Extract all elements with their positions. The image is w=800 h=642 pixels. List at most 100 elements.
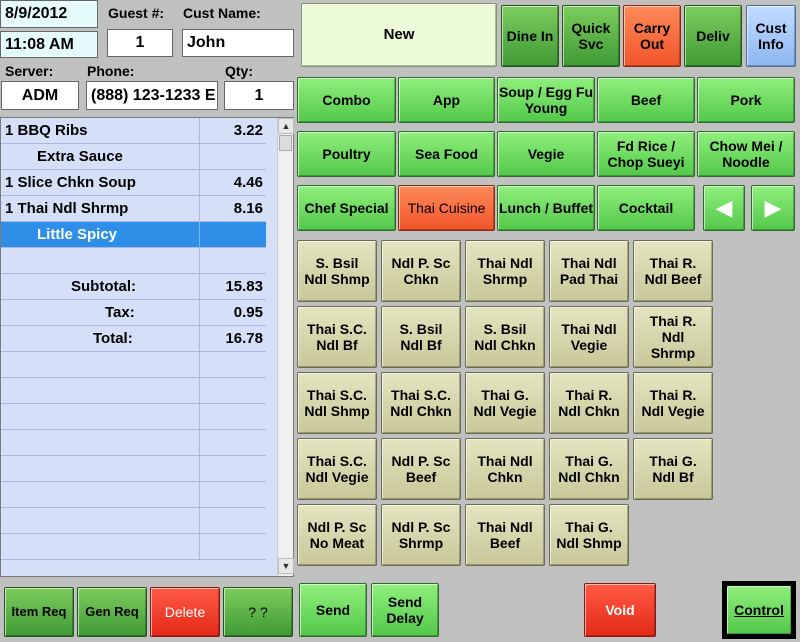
menu-item-label: Thai Ndl Beef (477, 519, 533, 551)
menu-item-label: Thai Ndl Vegie (561, 321, 617, 353)
order-list[interactable]: 1 BBQ Ribs 3.22 Extra Sauce 1 Slice Chkn… (0, 117, 294, 577)
category-lunch-buffet[interactable]: Lunch / Buffet (497, 185, 595, 231)
cust-info-button[interactable]: Cust Info (746, 5, 796, 67)
dine-in-button[interactable]: Dine In (501, 5, 559, 67)
time-value: 11:08 AM (5, 35, 74, 53)
category-label: Sea Food (414, 146, 478, 162)
cust-info-label: Cust Info (755, 20, 787, 52)
category-sea-food[interactable]: Sea Food (398, 131, 495, 177)
category-pork[interactable]: Pork (697, 77, 795, 123)
order-item-row[interactable]: 1 Slice Chkn Soup 4.46 (1, 170, 266, 196)
scroll-down-icon[interactable]: ▼ (278, 558, 294, 574)
menu-item-button[interactable]: Thai Ndl Vegie (549, 306, 629, 368)
menu-item-button[interactable]: Thai S.C. Ndl Chkn (381, 372, 461, 434)
scroll-thumb[interactable] (279, 135, 292, 151)
category-app[interactable]: App (398, 77, 495, 123)
order-item-row[interactable]: 1 Thai Ndl Shrmp 8.16 (1, 196, 266, 222)
menu-item-button[interactable]: S. Bsil Ndl Bf (381, 306, 461, 368)
item-req-button[interactable]: Item Req (4, 587, 74, 637)
category-thai-cuisine[interactable]: Thai Cuisine (398, 185, 495, 231)
carry-out-label: Carry Out (633, 20, 671, 52)
deliv-button[interactable]: Deliv (684, 5, 742, 67)
void-button[interactable]: Void (584, 583, 656, 637)
send-delay-button[interactable]: Send Delay (371, 583, 439, 637)
send-delay-label: Send Delay (386, 594, 424, 626)
new-order-display: New (301, 3, 497, 67)
carry-out-button[interactable]: Carry Out (623, 5, 681, 67)
menu-item-button[interactable]: Thai S.C. Ndl Bf (297, 306, 377, 368)
menu-item-label: Ndl P. Sc Beef (391, 453, 451, 485)
menu-item-button[interactable]: Thai R. Ndl Beef (633, 240, 713, 302)
menu-item-button[interactable]: Thai S.C. Ndl Shmp (297, 372, 377, 434)
category-chef-special[interactable]: Chef Special (297, 185, 396, 231)
menu-item-label: Ndl P. Sc Shrmp (391, 519, 451, 551)
menu-item-button[interactable]: S. Bsil Ndl Chkn (465, 306, 545, 368)
right-arrow-icon: ▶ (764, 195, 782, 220)
category-label: Beef (630, 92, 662, 108)
total-value: 16.78 (225, 330, 263, 347)
menu-item-label: Thai S.C. Ndl Shmp (304, 387, 370, 419)
gen-req-button[interactable]: Gen Req (77, 587, 147, 637)
order-item-row-selected[interactable]: Little Spicy (1, 222, 266, 248)
category-fd-rice-chop-sueyi[interactable]: Fd Rice / Chop Sueyi (597, 131, 695, 177)
menu-item-button[interactable]: Thai Ndl Pad Thai (549, 240, 629, 302)
send-label: Send (315, 602, 351, 618)
send-button[interactable]: Send (299, 583, 367, 637)
menu-item-button[interactable]: Ndl P. Sc Shrmp (381, 504, 461, 566)
cust-name-field[interactable]: John (182, 29, 294, 57)
menu-item-button[interactable]: Ndl P. Sc Chkn (381, 240, 461, 302)
order-item-row[interactable]: 1 BBQ Ribs 3.22 (1, 118, 266, 144)
menu-item-button[interactable]: Thai S.C. Ndl Vegie (297, 438, 377, 500)
delete-label: Delete (164, 604, 206, 620)
delete-button[interactable]: Delete (150, 587, 220, 637)
order-scrollbar[interactable]: ▲ ▼ (277, 118, 294, 576)
category-label: Chef Special (304, 200, 389, 216)
menu-item-button[interactable]: Thai Ndl Chkn (465, 438, 545, 500)
category-label: Poultry (322, 146, 371, 162)
menu-item-button[interactable]: Thai R. Ndl Shrmp (633, 306, 713, 368)
quick-svc-button[interactable]: Quick Svc (562, 5, 620, 67)
guest-field[interactable]: 1 (107, 29, 173, 57)
prev-page-button[interactable]: ◀ (703, 185, 745, 231)
menu-item-button[interactable]: Thai R. Ndl Chkn (549, 372, 629, 434)
control-button[interactable]: Control (726, 585, 792, 635)
menu-item-button[interactable]: Thai G. Ndl Chkn (549, 438, 629, 500)
column-divider (199, 144, 200, 170)
menu-item-label: Thai G. Ndl Shmp (556, 519, 622, 551)
menu-item-button[interactable]: Thai R. Ndl Vegie (633, 372, 713, 434)
date-value: 8/9/2012 (5, 5, 68, 22)
category-soup-egg-fu-young[interactable]: Soup / Egg Fu Young (497, 77, 595, 123)
menu-item-button[interactable]: Ndl P. Sc Beef (381, 438, 461, 500)
menu-item-label: S. Bsil Ndl Chkn (474, 321, 536, 353)
menu-item-button[interactable]: Thai G. Ndl Shmp (549, 504, 629, 566)
control-label: Control (734, 602, 784, 618)
server-field[interactable]: ADM (1, 81, 79, 110)
column-divider (199, 326, 200, 352)
menu-item-button[interactable]: Thai G. Ndl Vegie (465, 372, 545, 434)
category-beef[interactable]: Beef (597, 77, 695, 123)
scroll-up-icon[interactable]: ▲ (278, 118, 294, 134)
menu-item-label: Thai R. Ndl Beef (644, 255, 702, 287)
category-chow-mei-noodle[interactable]: Chow Mei / Noodle (697, 131, 795, 177)
order-empty-row (1, 534, 266, 560)
tax-value: 0.95 (233, 304, 263, 321)
order-item-row[interactable]: Extra Sauce (1, 144, 266, 170)
menu-item-label: Thai R. Ndl Vegie (641, 387, 705, 419)
menu-item-label: Thai R. Ndl Chkn (558, 387, 620, 419)
menu-item-button[interactable]: Thai Ndl Beef (465, 504, 545, 566)
qty-field[interactable]: 1 (224, 81, 294, 110)
unknown-button[interactable]: ? ? (223, 587, 293, 637)
menu-item-button[interactable]: Thai Ndl Shrmp (465, 240, 545, 302)
menu-item-button[interactable]: Thai G. Ndl Bf (633, 438, 713, 500)
category-combo[interactable]: Combo (297, 77, 396, 123)
menu-item-button[interactable]: Ndl P. Sc No Meat (297, 504, 377, 566)
category-poultry[interactable]: Poultry (297, 131, 396, 177)
category-cocktail[interactable]: Cocktail (597, 185, 695, 231)
order-item-name: Extra Sauce (37, 148, 123, 165)
category-vegie[interactable]: Vegie (497, 131, 595, 177)
next-page-button[interactable]: ▶ (751, 185, 795, 231)
menu-item-button[interactable]: S. Bsil Ndl Shmp (297, 240, 377, 302)
subtotal-value: 15.83 (225, 278, 263, 295)
menu-item-label: Ndl P. Sc Chkn (391, 255, 451, 287)
phone-field[interactable]: (888) 123-1233 E (86, 81, 218, 110)
